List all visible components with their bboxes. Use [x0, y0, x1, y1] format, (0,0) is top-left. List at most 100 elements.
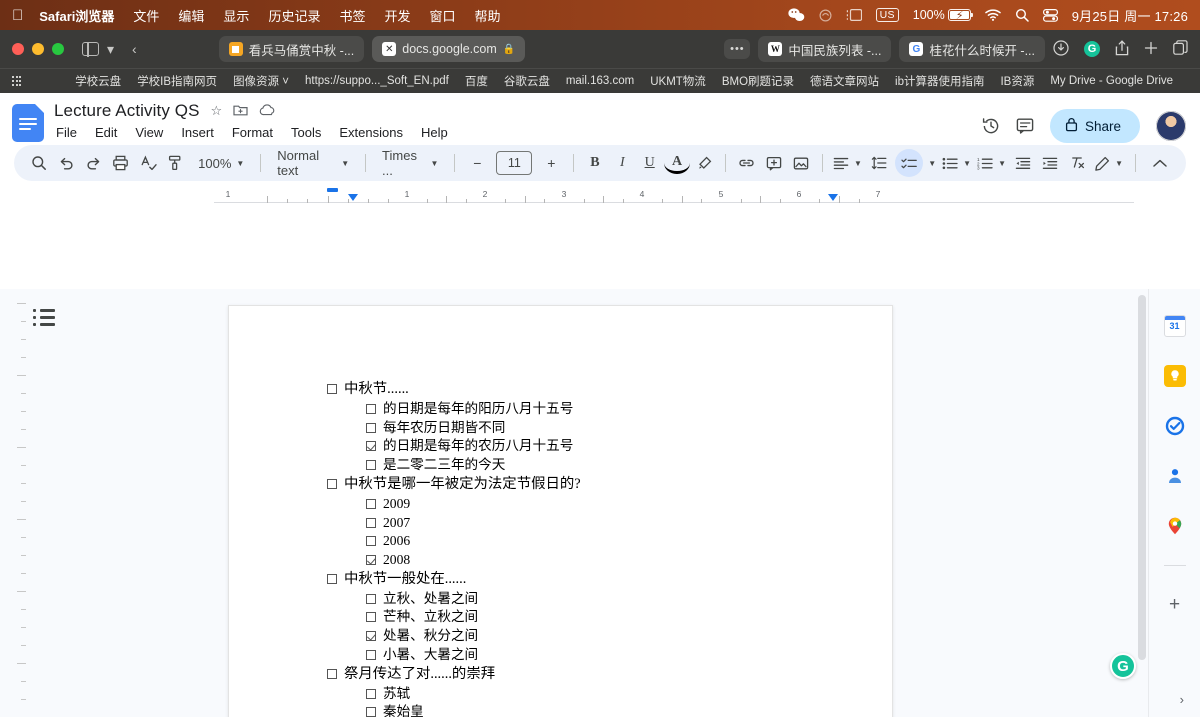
- sidebar-dropdown-icon[interactable]: ▾: [107, 41, 114, 58]
- bookmark-item-1[interactable]: 学校IB指南网页: [137, 73, 217, 89]
- checklist-item[interactable]: 小暑、大暑之间: [229, 646, 892, 665]
- add-comment-icon[interactable]: [761, 149, 786, 177]
- clear-formatting-icon[interactable]: [1065, 149, 1090, 177]
- wifi-icon[interactable]: [985, 9, 1001, 21]
- add-apps-icon[interactable]: +: [1169, 594, 1180, 616]
- docs-menu-help[interactable]: Help: [419, 124, 450, 141]
- menu-item-develop[interactable]: 开发: [384, 6, 410, 25]
- menu-item-bookmarks[interactable]: 书签: [339, 6, 365, 25]
- share-icon[interactable]: [1115, 40, 1129, 59]
- checkbox-unchecked-icon[interactable]: [366, 404, 376, 414]
- move-to-folder-icon[interactable]: [233, 103, 248, 119]
- bookmark-item-4[interactable]: 百度: [465, 73, 488, 89]
- underline-button[interactable]: U: [637, 149, 662, 177]
- checklist-button[interactable]: ▼: [893, 150, 938, 176]
- horizontal-ruler[interactable]: 1 1 2 3 4 5 6 7: [214, 187, 1134, 203]
- editing-mode-button[interactable]: ▼: [1092, 150, 1125, 176]
- checklist-item[interactable]: 的日期是每年的农历八月十五号: [229, 437, 892, 456]
- docs-menu-extensions[interactable]: Extensions: [337, 124, 405, 141]
- right-indent-marker[interactable]: [828, 194, 838, 201]
- insert-image-icon[interactable]: [789, 149, 814, 177]
- checklist-item[interactable]: 立秋、处暑之间: [229, 590, 892, 609]
- keep-icon[interactable]: [1164, 365, 1186, 387]
- docs-menu-edit[interactable]: Edit: [93, 124, 119, 141]
- checklist-item[interactable]: 2007: [229, 514, 892, 533]
- checkbox-unchecked-icon[interactable]: [366, 499, 376, 509]
- checklist-item[interactable]: 芒种、立秋之间: [229, 608, 892, 627]
- bold-button[interactable]: B: [582, 149, 607, 177]
- safari-tab-2[interactable]: W 中国民族列表 -...: [758, 36, 891, 62]
- checkbox-unchecked-icon[interactable]: [327, 574, 337, 584]
- sidebar-toggle-icon[interactable]: [82, 42, 99, 56]
- font-family-selector[interactable]: Times ... ▼: [374, 150, 446, 176]
- bookmark-item-0[interactable]: 学校云盘: [75, 73, 121, 89]
- docs-menu-view[interactable]: View: [133, 124, 165, 141]
- docs-menu-format[interactable]: Format: [230, 124, 275, 141]
- checklist-item[interactable]: 每年农历日期皆不同: [229, 419, 892, 438]
- checklist-item[interactable]: 2009: [229, 495, 892, 514]
- tasks-icon[interactable]: [1164, 415, 1186, 437]
- wechat-icon[interactable]: [788, 8, 805, 22]
- expand-rail-icon[interactable]: ›: [1180, 692, 1184, 707]
- safari-tab-1[interactable]: ✕ docs.google.com 🔒: [372, 36, 525, 62]
- docs-menu-file[interactable]: File: [54, 124, 79, 141]
- checklist-item[interactable]: 中秋节一般处在......: [229, 570, 892, 590]
- checklist-item[interactable]: 2008: [229, 551, 892, 570]
- page-title[interactable]: Lecture Activity QS: [54, 101, 200, 121]
- document-content[interactable]: 中秋节...... 的日期是每年的阳历八月十五号 每年农历日期皆不同 的日期是每…: [229, 306, 892, 717]
- line-spacing-icon[interactable]: [866, 149, 891, 177]
- bookmark-item-7[interactable]: UKMT物流: [650, 73, 706, 89]
- calendar-icon[interactable]: 31: [1164, 315, 1186, 337]
- document-outline-icon[interactable]: [33, 309, 55, 330]
- search-icon[interactable]: [26, 149, 51, 177]
- checklist-item[interactable]: 的日期是每年的阳历八月十五号: [229, 400, 892, 419]
- bookmark-item-9[interactable]: 德语文章网站: [810, 73, 879, 89]
- collapse-toolbar-icon[interactable]: [1146, 149, 1174, 177]
- decrease-font-size-button[interactable]: −: [463, 149, 491, 177]
- numbered-list-button[interactable]: 123 ▼: [975, 150, 1008, 176]
- download-icon[interactable]: [1053, 40, 1069, 59]
- menu-item-file[interactable]: 文件: [133, 6, 159, 25]
- menu-item-window[interactable]: 窗口: [429, 6, 455, 25]
- circle-icon[interactable]: [819, 9, 832, 22]
- search-icon[interactable]: [1015, 8, 1029, 22]
- maximize-window-button[interactable]: [52, 43, 64, 55]
- bookmark-item-2[interactable]: 图像资源 ˅: [233, 73, 289, 89]
- menu-bar-clock[interactable]: 9月25日 周一 17:26: [1072, 6, 1188, 25]
- minimize-window-button[interactable]: [32, 43, 44, 55]
- tab-overflow-button[interactable]: •••: [724, 39, 750, 59]
- menu-item-safari[interactable]: Safari浏览器: [39, 6, 114, 25]
- checklist-item[interactable]: 祭月传达了对......的崇拜: [229, 665, 892, 685]
- cloud-saved-icon[interactable]: [259, 104, 276, 119]
- document-scrollbar[interactable]: [1138, 295, 1146, 660]
- decrease-indent-icon[interactable]: [1010, 149, 1035, 177]
- new-tab-icon[interactable]: [1144, 41, 1158, 58]
- comment-icon[interactable]: [1016, 117, 1034, 135]
- checkbox-unchecked-icon[interactable]: [327, 384, 337, 394]
- grammarly-icon[interactable]: G: [1084, 41, 1100, 57]
- spellcheck-icon[interactable]: [135, 149, 160, 177]
- checklist-item[interactable]: 是二零二三年的今天: [229, 456, 892, 475]
- text-color-button[interactable]: A: [664, 152, 689, 174]
- bookmark-item-8[interactable]: BMO刷题记录: [722, 73, 794, 89]
- highlight-icon[interactable]: [692, 149, 717, 177]
- version-history-icon[interactable]: [982, 117, 1000, 135]
- maps-icon[interactable]: [1164, 515, 1186, 537]
- tab-overview-icon[interactable]: [1173, 40, 1188, 58]
- checkbox-unchecked-icon[interactable]: [366, 536, 376, 546]
- docs-menu-insert[interactable]: Insert: [179, 124, 216, 141]
- apple-logo-icon[interactable]: : [12, 8, 23, 23]
- print-icon[interactable]: [108, 149, 133, 177]
- checkbox-unchecked-icon[interactable]: [366, 612, 376, 622]
- screen-mirroring-icon[interactable]: [846, 9, 862, 21]
- docs-menu-tools[interactable]: Tools: [289, 124, 323, 141]
- checkbox-unchecked-icon[interactable]: [366, 689, 376, 699]
- bookmarks-grid-icon[interactable]: [12, 76, 21, 85]
- contacts-icon[interactable]: [1164, 465, 1186, 487]
- back-button-icon[interactable]: ‹: [132, 41, 137, 57]
- close-window-button[interactable]: [12, 43, 24, 55]
- grammarly-button[interactable]: G: [1110, 653, 1136, 679]
- checkbox-checked-icon[interactable]: [366, 631, 376, 641]
- redo-icon[interactable]: [81, 149, 106, 177]
- bookmark-item-11[interactable]: IB资源: [1000, 73, 1034, 89]
